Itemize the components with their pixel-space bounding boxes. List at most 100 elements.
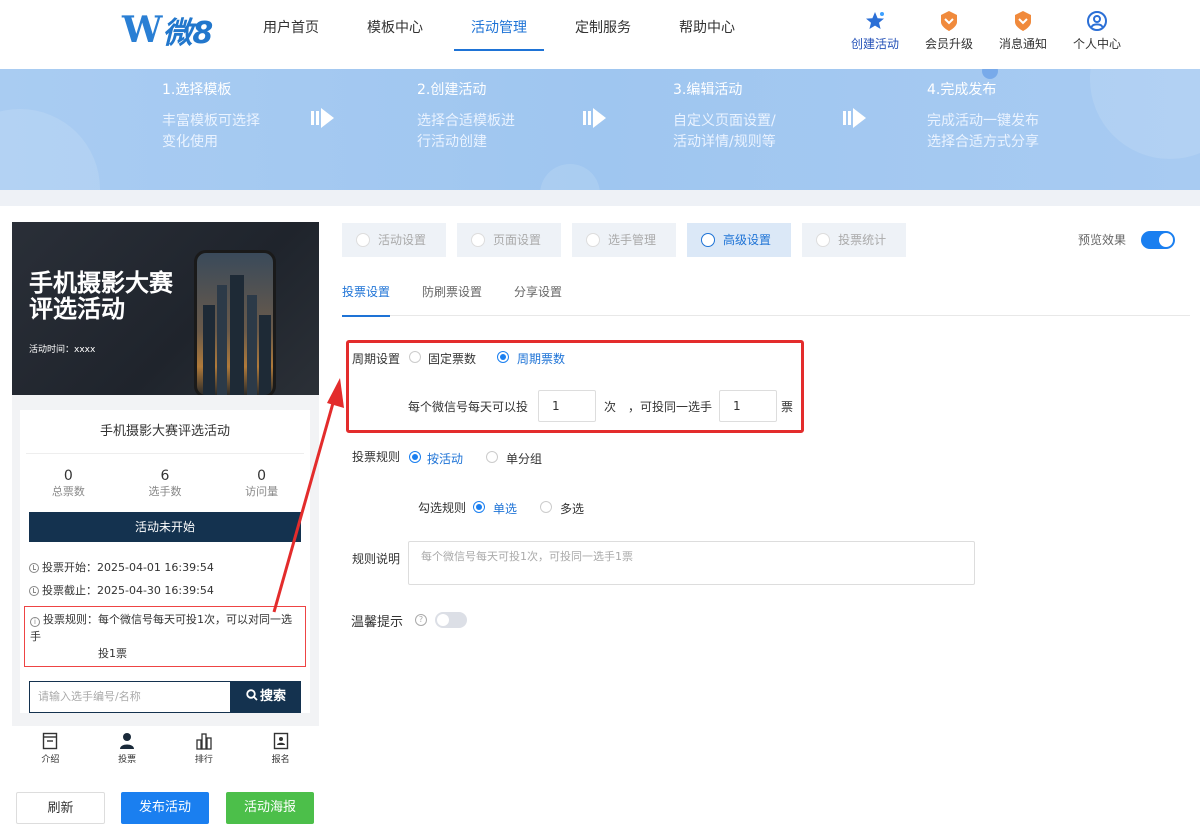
stat-label: 选手数 [148, 485, 182, 498]
tab-vote-statistics[interactable]: 投票统计 [802, 223, 907, 257]
same-contestant-label: ，可投同一选手 [628, 400, 713, 414]
step-arrow-icon [583, 108, 606, 128]
tab-advanced-settings[interactable]: 高级设置 [687, 223, 792, 257]
subtab-vote-settings[interactable]: 投票设置 [342, 276, 391, 317]
create-activity-label: 创建活动 [850, 37, 899, 51]
notification-button[interactable]: 消息通知 [986, 10, 1060, 52]
vote-rule-label: 投票规则 [352, 450, 401, 464]
step-desc: 完成活动一键发布 [927, 113, 1039, 129]
step-title: 2.创建活动 [417, 82, 487, 98]
signup-icon [273, 732, 288, 750]
tab-signup[interactable]: 报名 [256, 728, 306, 774]
nav-custom-service[interactable]: 定制服务 [558, 0, 648, 68]
poster-title-line: 手机摄影大赛 [29, 269, 173, 297]
tab-page-settings[interactable]: 页面设置 [457, 223, 562, 257]
step-title: 4.完成发布 [927, 82, 997, 98]
stat-label: 访问量 [245, 485, 279, 498]
refresh-button[interactable]: 刷新 [16, 792, 105, 824]
tab-label: 页面设置 [493, 233, 542, 247]
stat-value: 6 [160, 468, 170, 484]
tab-intro[interactable]: 介绍 [25, 728, 75, 774]
heart-icon [356, 233, 370, 247]
check-multi-label: 多选 [560, 502, 585, 516]
phone-image [194, 250, 276, 395]
warm-tip-switch[interactable] [435, 612, 467, 628]
search-button[interactable]: 搜索 [231, 681, 301, 713]
banner-bubble [1090, 69, 1200, 159]
subtab-anti-fraud[interactable]: 防刷票设置 [422, 276, 482, 316]
period-fixed-label: 固定票数 [428, 352, 477, 366]
nav-help[interactable]: 帮助中心 [662, 0, 752, 68]
vip-upgrade-button[interactable]: 会员升级 [912, 10, 986, 52]
mobile-tabbar: 介绍 投票 排行 报名 [12, 728, 319, 774]
period-cycle-label: 周期票数 [517, 352, 566, 366]
step-1: 1.选择模板 丰富模板可选择 变化使用 [162, 81, 260, 153]
profile-button[interactable]: 个人中心 [1060, 10, 1134, 52]
step-arrow-icon [311, 108, 334, 128]
nav-home[interactable]: 用户首页 [246, 0, 336, 68]
tab-label: 报名 [271, 755, 290, 765]
banner-bubble [540, 164, 600, 190]
step-desc: 自定义页面设置/ [673, 113, 776, 129]
help-icon[interactable]: ? [415, 614, 427, 626]
same-contestant-unit: 票 [781, 400, 794, 414]
check-multi-radio[interactable] [540, 501, 552, 513]
logo[interactable]: W 微8 [122, 9, 213, 51]
stat-total-votes: 0 总票数 [52, 468, 85, 500]
nav-activity-manage[interactable]: 活动管理 [454, 0, 544, 68]
main-nav: 用户首页 模板中心 活动管理 定制服务 帮助中心 [246, 0, 766, 68]
period-cycle-radio[interactable] [497, 351, 509, 363]
activity-card: 手机摄影大赛评选活动 0 总票数 6 选手数 0 访问量 活动未开始 投票开始：… [20, 410, 310, 713]
poster-title-line: 评选活动 [29, 295, 125, 323]
publish-activity-button[interactable]: 发布活动 [121, 792, 209, 824]
vote-info: 投票开始：2025-04-01 16:39:54 投票截止：2025-04-30… [20, 542, 310, 602]
contestant-search-input[interactable]: 请输入选手编号/名称 [29, 681, 231, 713]
check-rule-label: 勾选规则 [418, 501, 467, 515]
tab-contestant-manage[interactable]: 选手管理 [572, 223, 677, 257]
step-2: 2.创建活动 选择合适模板进 行活动创建 [417, 81, 515, 153]
step-3: 3.编辑活动 自定义页面设置/ 活动详情/规则等 [673, 81, 776, 153]
per-day-count-input[interactable]: 1 [538, 390, 596, 422]
vote-rule-highlight: i 投票规则：每个微信号每天可投1次，可以对同一选手 投1票 [24, 606, 306, 667]
tab-label: 介绍 [41, 755, 60, 765]
vote-settings-subtabs: 投票设置 防刷票设置 分享设置 [342, 276, 1190, 317]
profile-label: 个人中心 [1072, 37, 1121, 51]
step-desc: 丰富模板可选择 [162, 113, 260, 129]
rule-by-activity-radio[interactable] [409, 451, 421, 463]
vip-badge-icon [912, 10, 986, 32]
check-single-radio[interactable] [473, 501, 485, 513]
step-desc: 选择合适模板进 [417, 113, 515, 129]
vote-start-text: 投票开始：2025-04-01 16:39:54 [42, 561, 214, 574]
tab-activity-settings[interactable]: 活动设置 [342, 223, 447, 257]
section-divider [0, 190, 1200, 206]
notification-label: 消息通知 [998, 37, 1047, 51]
activity-poster-button[interactable]: 活动海报 [226, 792, 314, 824]
create-activity-button[interactable]: 创建活动 [838, 10, 912, 52]
tab-label: 高级设置 [723, 233, 772, 247]
same-contestant-count-input[interactable]: 1 [719, 390, 777, 422]
vote-end-row: 投票截止：2025-04-30 16:39:54 [29, 579, 301, 602]
vote-end-text: 投票截止：2025-04-30 16:39:54 [42, 584, 214, 597]
period-fixed-radio[interactable] [409, 351, 421, 363]
stat-value: 0 [63, 468, 73, 484]
stat-value: 0 [257, 468, 267, 484]
tab-ranking[interactable]: 排行 [179, 728, 229, 774]
rule-by-group-radio[interactable] [486, 451, 498, 463]
check-single-label: 单选 [493, 502, 518, 516]
steps-banner: 1.选择模板 丰富模板可选择 变化使用 2.创建活动 选择合适模板进 行活动创建… [0, 69, 1200, 190]
rule-description-textarea[interactable]: 每个微信号每天可投1次，可投同一选手1票 [408, 541, 975, 585]
tab-label: 排行 [194, 755, 213, 765]
rule-description-label: 规则说明 [352, 552, 401, 566]
subtab-share-settings[interactable]: 分享设置 [514, 276, 562, 316]
sliders-icon [701, 233, 716, 247]
warm-tip-label: 温馨提示 [351, 615, 404, 630]
stat-contestants: 6 选手数 [148, 468, 181, 500]
preview-effect-switch[interactable] [1141, 231, 1175, 249]
vote-rule-text: 投1票 [98, 647, 127, 660]
step-desc: 变化使用 [162, 134, 218, 150]
info-icon: i [30, 617, 40, 627]
nav-templates[interactable]: 模板中心 [350, 0, 440, 68]
period-setting-label: 周期设置 [352, 352, 401, 366]
per-day-label: 每个微信号每天可以投 [408, 400, 529, 414]
tab-vote[interactable]: 投票 [102, 728, 152, 774]
